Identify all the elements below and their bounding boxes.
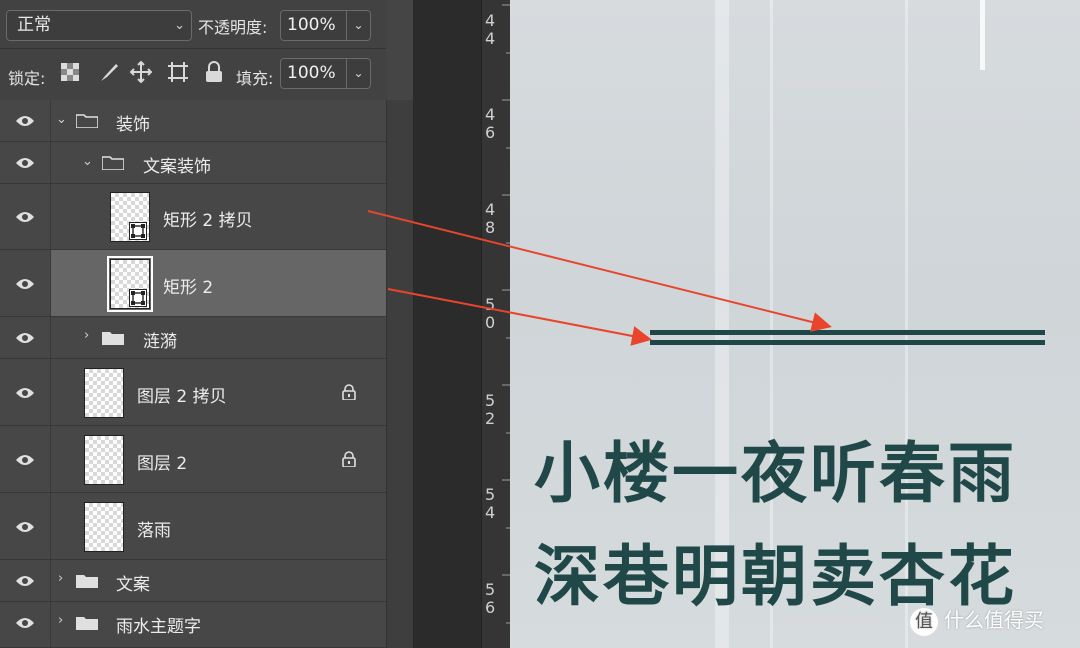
visibility-toggle[interactable]: [0, 602, 51, 647]
eye-icon: [16, 212, 34, 222]
eye-icon: [16, 618, 34, 628]
chevron-down-icon[interactable]: ⌄: [346, 11, 370, 40]
layer-thumbnail: [84, 502, 124, 552]
blend-row: 正常 ⌄ 不透明度: 100% ⌄: [0, 0, 386, 49]
layer-name: 装饰: [116, 115, 150, 135]
chevron-down-icon[interactable]: ⌄: [82, 154, 93, 169]
layer-name: 落雨: [137, 521, 171, 541]
pasteboard: [413, 0, 481, 648]
move-icon[interactable]: [129, 60, 153, 88]
visibility-toggle[interactable]: [0, 426, 51, 492]
layer-row-rect2[interactable]: 矩形 2: [0, 250, 386, 317]
blend-mode-select[interactable]: 正常 ⌄: [6, 10, 192, 41]
artboard-icon[interactable]: [167, 61, 189, 88]
visibility-toggle[interactable]: [0, 359, 51, 425]
opacity-value: 100%: [287, 15, 336, 35]
vertical-ruler: 4 4 4 6 4 8 5 0 5 2 5 4 5 6: [481, 0, 511, 648]
lock-row: 锁定: 填充: 100% ⌄: [0, 49, 386, 101]
lock-icon: [342, 451, 356, 467]
poem-line-1: 小楼一夜听春雨: [534, 434, 1017, 512]
layers-panel: 正常 ⌄ 不透明度: 100% ⌄ 锁定: 填充: 100% ⌄ ⌄ 装饰 ⌄ …: [0, 0, 414, 648]
layer-thumbnail: [84, 368, 124, 418]
layer-row-group-decor[interactable]: ⌄ 装饰: [0, 100, 386, 142]
fill-label: 填充:: [236, 69, 274, 88]
lock-transparent-icon[interactable]: [61, 63, 79, 86]
blend-mode-value: 正常: [17, 15, 51, 35]
eye-icon: [16, 388, 34, 398]
opacity-label: 不透明度:: [198, 18, 268, 37]
folder-icon: [76, 617, 98, 630]
visibility-toggle[interactable]: [0, 100, 51, 141]
layer-name: 矩形 2 拷贝: [163, 211, 253, 231]
visibility-toggle[interactable]: [0, 184, 51, 249]
lock-label: 锁定:: [8, 69, 46, 88]
layer-row-group-text-decor[interactable]: ⌄ 文案装饰: [0, 142, 386, 184]
layer-row-group-copy[interactable]: › 文案: [0, 560, 386, 602]
eye-icon: [16, 116, 34, 126]
layer-name: 图层 2 拷贝: [137, 387, 227, 407]
visibility-toggle[interactable]: [0, 560, 51, 601]
rain-streak: [980, 0, 985, 70]
visibility-toggle[interactable]: [0, 142, 51, 183]
layer-row-layer2[interactable]: 图层 2: [0, 426, 386, 493]
ruler-ticks: [502, 4, 511, 624]
shape-badge-icon: [129, 222, 147, 240]
chevron-right-icon[interactable]: ›: [58, 571, 63, 586]
lock-all-icon[interactable]: [205, 61, 223, 88]
layer-row-group-rain-title[interactable]: › 雨水主题字: [0, 602, 386, 648]
fill-field[interactable]: 100% ⌄: [280, 58, 371, 89]
layer-name: 涟漪: [143, 332, 177, 352]
eye-icon: [16, 158, 34, 168]
layer-thumbnail: [84, 435, 124, 485]
lock-icon: [342, 384, 356, 400]
document-canvas[interactable]: 小楼一夜听春雨 深巷明朝卖杏花: [510, 0, 1080, 648]
layer-name: 文案: [116, 575, 150, 595]
watermark-text: 什么值得买: [944, 608, 1044, 632]
decor-rect-copy[interactable]: [650, 330, 1045, 335]
visibility-toggle[interactable]: [0, 250, 51, 316]
decor-rect[interactable]: [650, 340, 1045, 345]
eye-icon: [16, 333, 34, 343]
layer-row-group-ripple[interactable]: › 涟漪: [0, 317, 386, 359]
layer-row-layer2-copy[interactable]: 图层 2 拷贝: [0, 359, 386, 426]
folder-icon: [102, 156, 124, 170]
chevron-down-icon[interactable]: ⌄: [346, 59, 370, 88]
layer-name: 图层 2: [137, 454, 188, 474]
chevron-down-icon[interactable]: ⌄: [56, 112, 67, 127]
watermark-logo-icon: 值: [910, 607, 938, 636]
eye-icon: [16, 576, 34, 586]
watermark: 值什么值得买: [910, 604, 1044, 636]
eye-icon: [16, 522, 34, 532]
layer-name: 雨水主题字: [116, 617, 201, 637]
chevron-down-icon: ⌄: [174, 18, 185, 33]
opacity-field[interactable]: 100% ⌄: [280, 10, 371, 41]
folder-icon: [76, 575, 98, 588]
visibility-toggle[interactable]: [0, 317, 51, 358]
layer-name: 文案装饰: [143, 157, 211, 177]
chevron-right-icon[interactable]: ›: [84, 328, 89, 343]
chevron-right-icon[interactable]: ›: [58, 613, 63, 628]
layer-row-rain[interactable]: 落雨: [0, 493, 386, 560]
fill-value: 100%: [287, 63, 336, 83]
shape-badge-icon: [129, 289, 147, 307]
eye-icon: [16, 455, 34, 465]
brush-icon[interactable]: [97, 61, 119, 88]
layer-name: 矩形 2: [163, 278, 214, 298]
eye-icon: [16, 279, 34, 289]
layers-scrollbar[interactable]: [386, 100, 414, 648]
folder-icon: [102, 332, 124, 345]
visibility-toggle[interactable]: [0, 493, 51, 559]
layer-row-rect2-copy[interactable]: 矩形 2 拷贝: [0, 184, 386, 250]
folder-icon: [76, 114, 98, 128]
